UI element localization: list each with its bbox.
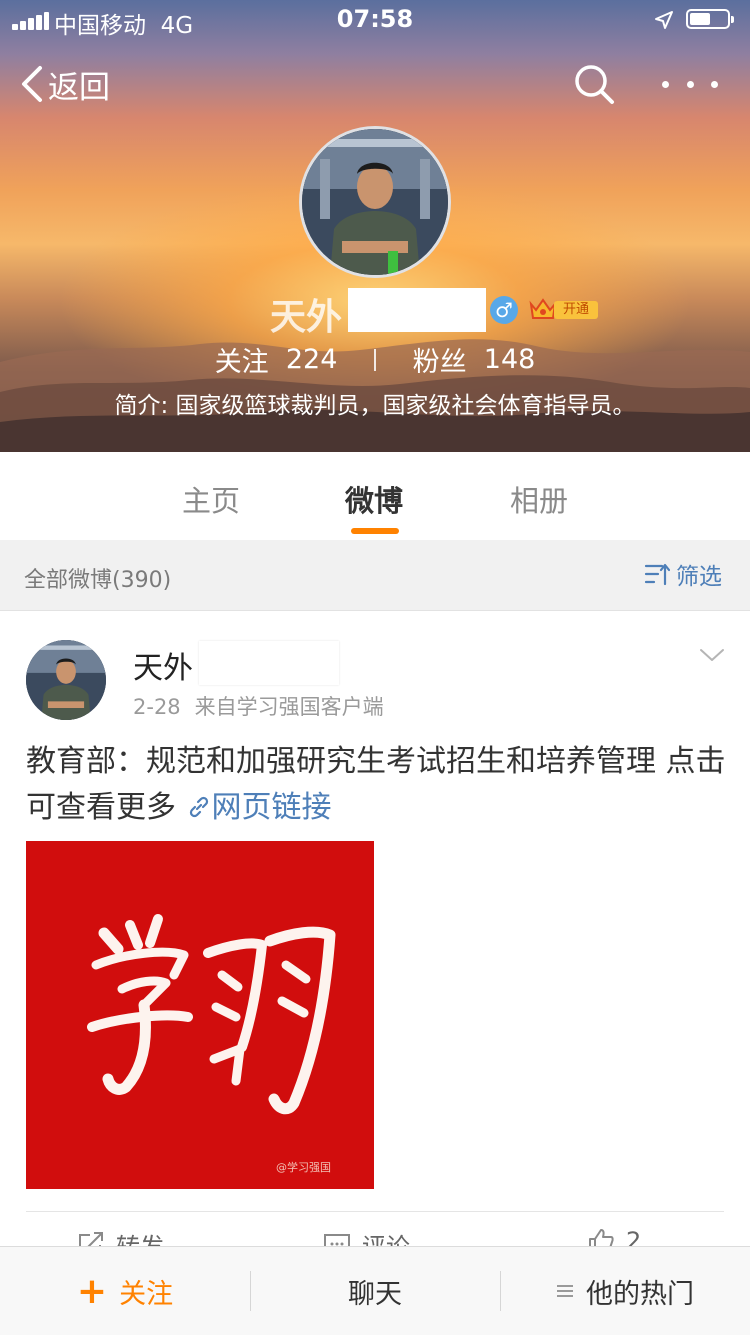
- post-text: 教育部：规范和加强研究生考试招生和培养管理 点击可查看更多 网页链接: [26, 739, 726, 831]
- profile-name-row: 天外 ♂ 开通: [0, 288, 750, 338]
- back-button[interactable]: 返回: [20, 64, 110, 106]
- post-author-avatar[interactable]: [26, 640, 106, 720]
- post-author-name[interactable]: 天外: [133, 643, 193, 687]
- profile-bio: 简介: 国家级篮球裁判员，国家级社会体育指导员。: [114, 393, 636, 419]
- his-hot-button[interactable]: 他的热门: [500, 1247, 750, 1335]
- web-link[interactable]: 网页链接: [186, 790, 332, 825]
- status-bar: 中国移动 4G 07:58: [0, 0, 750, 40]
- post-divider: [26, 1211, 724, 1212]
- tab-album[interactable]: 相册: [510, 478, 568, 520]
- vip-open-badge[interactable]: 开通: [528, 296, 598, 324]
- follow-label: 关注: [119, 1278, 174, 1310]
- chevron-left-icon: [22, 66, 42, 102]
- profile-stats: 关注 224 粉丝 148: [0, 340, 750, 379]
- his-hot-label: 他的热门: [586, 1278, 694, 1310]
- image-watermark: @学习强国: [276, 1160, 331, 1174]
- chevron-down-icon[interactable]: [698, 645, 726, 665]
- profile-name: 天外: [270, 297, 343, 338]
- followers-count: 148: [483, 344, 536, 375]
- author-name-redaction: [199, 641, 339, 685]
- list-icon: [557, 1285, 573, 1297]
- post-source: 来自学习强国客户端: [194, 695, 384, 719]
- xuexi-calligraphy-image: @学习强国: [26, 841, 374, 1189]
- tab-home[interactable]: 主页: [182, 478, 240, 520]
- active-tab-indicator: [351, 528, 399, 534]
- status-time: 07:58: [336, 5, 414, 33]
- battery-icon: [686, 9, 734, 29]
- name-redaction: [348, 288, 486, 332]
- filter-label: 筛选: [676, 564, 722, 590]
- nav-bar: 返回: [0, 56, 750, 112]
- followers-stat[interactable]: 粉丝 148: [413, 343, 536, 378]
- male-icon: ♂: [490, 296, 518, 324]
- web-link-label: 网页链接: [211, 790, 332, 825]
- plus-icon: +: [76, 1270, 108, 1312]
- following-stat[interactable]: 关注 224: [215, 343, 338, 378]
- post-meta: 2-28 来自学习强国客户端: [133, 691, 384, 721]
- bottom-action-bar: + 关注 聊天 他的热门: [0, 1246, 750, 1335]
- follow-button[interactable]: + 关注: [0, 1247, 250, 1335]
- profile-avatar[interactable]: [299, 126, 451, 278]
- filter-button[interactable]: 筛选: [644, 558, 722, 590]
- search-icon[interactable]: [572, 62, 616, 106]
- profile-tabs: 主页 微博 相册: [0, 452, 750, 540]
- chat-label: 聊天: [348, 1278, 402, 1310]
- tab-weibo[interactable]: 微博: [345, 478, 403, 520]
- filter-icon: [644, 563, 670, 586]
- more-icon[interactable]: [662, 64, 718, 104]
- link-icon: [189, 796, 208, 818]
- weibo-post: 天外 2-28 来自学习强国客户端 教育部：规范和加强研究生考试招生和培养管理 点…: [0, 611, 750, 1261]
- filter-bar: 全部微博(390) 筛选: [0, 540, 750, 611]
- location-arrow-icon: [655, 11, 673, 29]
- post-date: 2-28: [133, 695, 181, 719]
- following-count: 224: [285, 344, 338, 375]
- weibo-count-label: 全部微博(390): [24, 568, 172, 593]
- post-body: 教育部：规范和加强研究生考试招生和培养管理 点击可查看更多: [26, 744, 726, 825]
- profile-header: 中国移动 4G 07:58 返回 天外 ♂ 开通 关注 224 粉丝 148 简…: [0, 0, 750, 452]
- chat-button[interactable]: 聊天: [250, 1247, 500, 1335]
- back-label: 返回: [48, 69, 110, 106]
- stats-divider: [374, 348, 376, 371]
- post-image[interactable]: @学习强国: [26, 841, 374, 1189]
- vip-label: 开通: [554, 301, 598, 319]
